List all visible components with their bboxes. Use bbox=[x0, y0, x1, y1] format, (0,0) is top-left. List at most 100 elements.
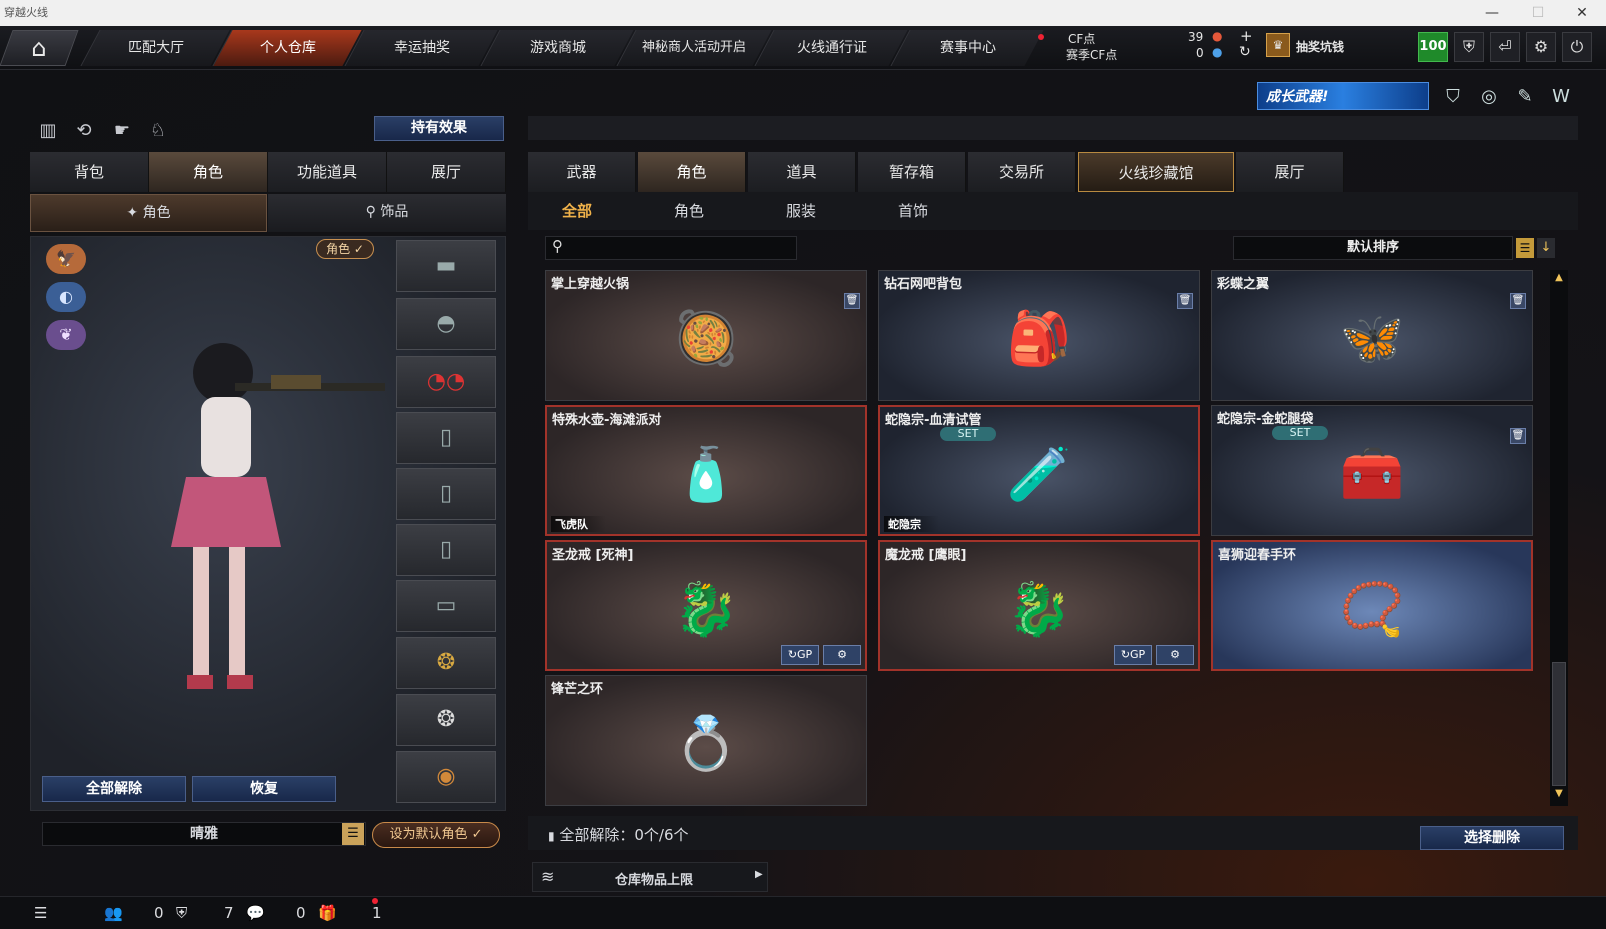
lottery-label[interactable]: 抽奖坑钱 bbox=[1296, 38, 1344, 55]
tool-icon[interactable]: ✎ bbox=[1512, 86, 1538, 110]
search-input[interactable]: ⚲ bbox=[545, 236, 797, 260]
maximize-button[interactable]: ☐ bbox=[1516, 0, 1560, 26]
home-button[interactable]: ⌂ bbox=[0, 30, 79, 66]
tab-battle-pass[interactable]: 火线通行证 bbox=[754, 30, 908, 66]
badge-v-icon[interactable]: ⛉ bbox=[1440, 86, 1466, 110]
menu-list-icon[interactable]: ☰ bbox=[342, 823, 364, 845]
tab-match-lobby[interactable]: 匹配大厅 bbox=[80, 30, 230, 66]
slot-ring-1[interactable]: ❂ bbox=[396, 637, 496, 689]
slot-ring-2[interactable]: ❂ bbox=[396, 694, 496, 746]
slot-vest[interactable]: ▯ bbox=[396, 412, 496, 464]
character-name-field[interactable]: 晴雅 bbox=[42, 822, 366, 846]
podium-icon[interactable]: ▥ bbox=[36, 120, 60, 144]
item-name: 蛇隐宗-血清试管 bbox=[885, 413, 982, 428]
tab-props[interactable]: 道具 bbox=[748, 152, 856, 192]
sort-list-icon[interactable]: ☰ bbox=[1516, 238, 1534, 258]
role-badge[interactable]: 角色 ✓ bbox=[316, 239, 374, 259]
tab-collection-museum[interactable]: 火线珍藏馆 bbox=[1078, 152, 1234, 192]
character-model[interactable] bbox=[131, 287, 391, 727]
gift-count: 1 bbox=[372, 904, 382, 922]
tab-game-store[interactable]: 游戏商城 bbox=[480, 30, 634, 66]
tab-showroom[interactable]: 展厅 bbox=[387, 152, 506, 192]
slot-gloves[interactable]: ▭ bbox=[396, 580, 496, 632]
refresh-icon[interactable]: ↻ bbox=[1239, 44, 1251, 60]
add-cf-icon[interactable]: + bbox=[1240, 27, 1253, 45]
item-card[interactable]: 钻石网吧背包 🗑 🎒 bbox=[878, 270, 1200, 401]
gift-icon[interactable]: 🎁 bbox=[318, 904, 337, 922]
item-card[interactable]: 掌上穿越火锅 🗑 🥘 bbox=[545, 270, 867, 401]
slot-pouch[interactable]: ▯ bbox=[396, 524, 496, 576]
chat-bubble-icon[interactable]: 💬 bbox=[246, 904, 265, 922]
item-card[interactable]: 蛇隐宗-血清试管 SET 🧪 蛇隐宗 bbox=[878, 405, 1200, 536]
sort-dropdown[interactable]: 默认排序 bbox=[1233, 236, 1513, 260]
sort-direction-icon[interactable]: ↓ bbox=[1537, 238, 1555, 258]
scroll-down-icon[interactable]: ▼ bbox=[1552, 788, 1566, 802]
scroll-up-icon[interactable]: ▲ bbox=[1552, 272, 1566, 286]
item-card[interactable]: 彩蝶之翼 🗑 🦋 bbox=[1211, 270, 1533, 401]
ring-settings-icon[interactable]: ⚙ bbox=[1156, 645, 1194, 665]
accessory-icon[interactable]: ◐ bbox=[46, 282, 86, 312]
menu-icon[interactable]: ☰ bbox=[34, 904, 47, 922]
window-titlebar: 穿越火线 — ☐ ✕ bbox=[0, 0, 1606, 26]
hold-effect-button[interactable]: 持有效果 bbox=[374, 116, 504, 141]
tab-temp-box[interactable]: 暂存箱 bbox=[858, 152, 966, 192]
clan-shield-icon[interactable]: ⛨ bbox=[176, 904, 187, 922]
rotate-icon[interactable]: ⟲ bbox=[72, 120, 96, 144]
tab-character[interactable]: 角色 bbox=[149, 152, 268, 192]
tab-roles[interactable]: 角色 bbox=[638, 152, 746, 192]
tab-backpack[interactable]: 背包 bbox=[30, 152, 149, 192]
tab-personal-warehouse[interactable]: 个人仓库 bbox=[212, 30, 362, 66]
item-card[interactable]: 圣龙戒 [死神] 🐉 ↻GP ⚙ bbox=[545, 540, 867, 671]
ring-settings-icon[interactable]: ⚙ bbox=[823, 645, 861, 665]
tab-mystery-merchant[interactable]: 神秘商人活动开启 bbox=[616, 30, 772, 66]
item-card[interactable]: 特殊水壶-海滩派对 🧴 飞虎队 bbox=[545, 405, 867, 536]
item-card[interactable]: 锋芒之环 💍 bbox=[545, 675, 867, 806]
minimize-button[interactable]: — bbox=[1470, 0, 1514, 26]
wings-icon[interactable]: ❦ bbox=[46, 320, 86, 350]
settings-gear-icon[interactable]: ⚙ bbox=[1526, 32, 1556, 62]
pet-icon[interactable]: ♘ bbox=[146, 120, 170, 144]
close-button[interactable]: ✕ bbox=[1560, 0, 1604, 26]
exit-room-icon[interactable]: ⏎ bbox=[1490, 32, 1520, 62]
slot-glasses[interactable]: ◔◔ bbox=[396, 356, 496, 408]
restore-button[interactable]: 恢复 bbox=[192, 776, 336, 802]
item-card[interactable]: 喜狮迎春手环 📿 bbox=[1211, 540, 1533, 671]
item-name: 掌上穿越火锅 bbox=[551, 277, 630, 292]
subtab-accessory[interactable]: ⚲ 饰品 bbox=[268, 194, 506, 232]
slot-bracelet[interactable]: ◉ bbox=[396, 751, 496, 803]
set-default-character-button[interactable]: 设为默认角色 ✓ bbox=[372, 822, 500, 848]
tab-weapons[interactable]: 武器 bbox=[528, 152, 636, 192]
select-delete-button[interactable]: 选择删除 bbox=[1420, 826, 1564, 850]
role-eagle-icon[interactable]: 🦅 bbox=[46, 244, 86, 274]
tab-right-showroom[interactable]: 展厅 bbox=[1236, 152, 1344, 192]
scroll-thumb[interactable] bbox=[1552, 662, 1566, 786]
tab-event-center[interactable]: 赛事中心 bbox=[890, 30, 1044, 66]
gp-exchange-button[interactable]: ↻GP bbox=[1114, 645, 1152, 665]
friends-icon[interactable]: 👥 bbox=[104, 904, 123, 922]
filter-role[interactable]: 角色 bbox=[674, 200, 704, 221]
tab-exchange[interactable]: 交易所 bbox=[968, 152, 1076, 192]
tab-lucky-draw[interactable]: 幸运抽奖 bbox=[344, 30, 498, 66]
hand-icon[interactable]: ☛ bbox=[110, 120, 134, 144]
lottery-avatar-icon[interactable]: ♛ bbox=[1266, 33, 1290, 57]
power-icon[interactable]: ⏻ bbox=[1562, 32, 1592, 62]
slot-helmet[interactable]: ◓ bbox=[396, 298, 496, 350]
growth-weapon-banner[interactable]: 成长武器! bbox=[1257, 82, 1429, 110]
subtab-character[interactable]: ✦ 角色 bbox=[30, 194, 267, 232]
slot-body[interactable]: ▯ bbox=[396, 468, 496, 520]
item-card[interactable]: 蛇隐宗-金蛇腿袋 SET 🗑 🧰 bbox=[1211, 405, 1533, 536]
unequip-all-button[interactable]: 全部解除 bbox=[42, 776, 186, 802]
item-name: 魔龙戒 [鹰眼] bbox=[885, 548, 967, 563]
filter-jewelry[interactable]: 首饰 bbox=[898, 200, 928, 221]
shield-icon[interactable]: ⛨ bbox=[1454, 32, 1484, 62]
slot-weapon[interactable]: ▬ bbox=[396, 240, 496, 292]
filter-clothing[interactable]: 服装 bbox=[786, 200, 816, 221]
item-card[interactable]: 魔龙戒 [鹰眼] 🐉 ↻GP ⚙ bbox=[878, 540, 1200, 671]
gp-exchange-button[interactable]: ↻GP bbox=[781, 645, 819, 665]
globe-icon[interactable]: ◎ bbox=[1476, 86, 1502, 110]
tab-function-items[interactable]: 功能道具 bbox=[268, 152, 387, 192]
item-scrollbar[interactable]: ▲ ▼ bbox=[1550, 270, 1568, 806]
filter-all[interactable]: 全部 bbox=[562, 200, 592, 221]
storage-limit-panel[interactable]: ≋ 仓库物品上限 ▶ bbox=[532, 862, 768, 892]
w-logo-icon[interactable]: W bbox=[1548, 86, 1574, 110]
